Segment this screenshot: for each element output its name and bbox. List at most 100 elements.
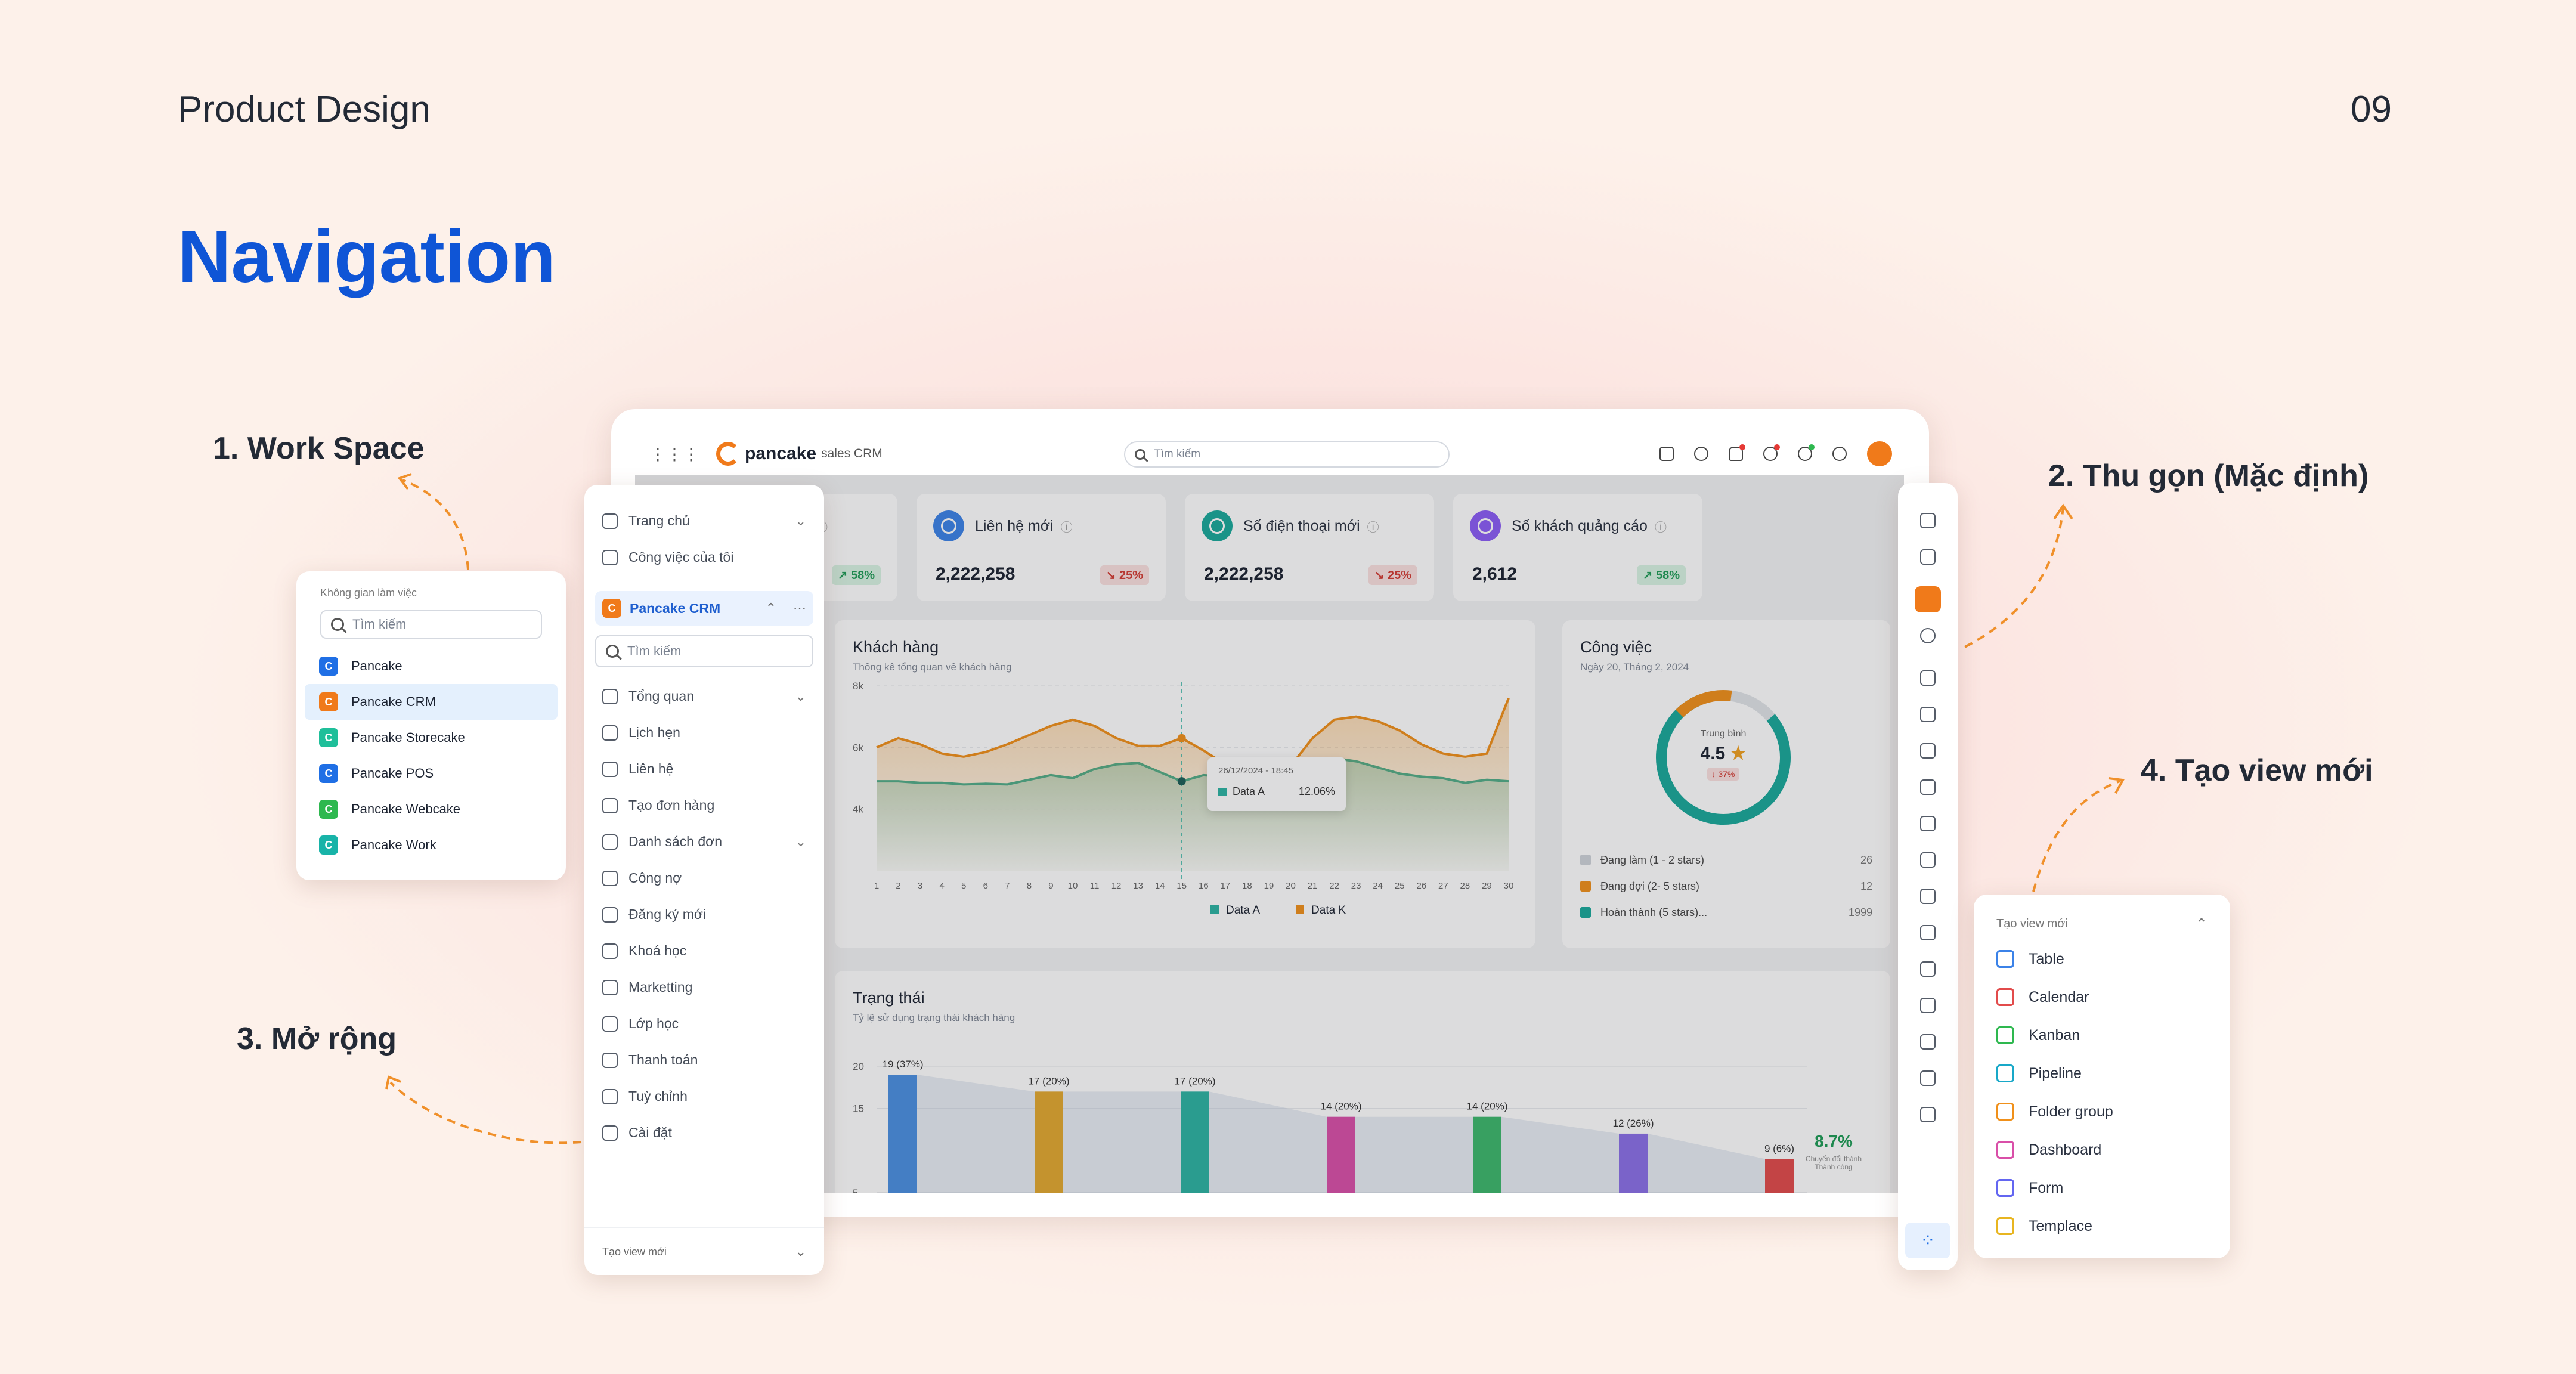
bell-icon[interactable] bbox=[1729, 444, 1745, 461]
nav-item[interactable]: Lịch hẹn bbox=[584, 714, 824, 751]
chevron-down-icon: ⌄ bbox=[795, 688, 806, 704]
nav-item[interactable]: Thanh toán bbox=[584, 1042, 824, 1078]
rail-item[interactable] bbox=[1898, 769, 1958, 805]
create-view-item[interactable]: Dashboard bbox=[1974, 1131, 2230, 1169]
nav-label: Cài đặt bbox=[628, 1125, 672, 1140]
bar[interactable] bbox=[1473, 1116, 1501, 1193]
nav-item[interactable]: Danh sách đơn ⌄ bbox=[584, 824, 824, 860]
bar[interactable] bbox=[888, 1075, 917, 1193]
kpi-card[interactable]: Số khách quảng cáo ⓘ 2,612 ↗ 58% bbox=[1453, 494, 1702, 601]
trend-down-icon: ↘ bbox=[1106, 569, 1119, 582]
rail-item[interactable] bbox=[1898, 805, 1958, 841]
create-view-item[interactable]: Calendar bbox=[1974, 978, 2230, 1016]
workspace-item[interactable]: C Pancake POS bbox=[305, 756, 558, 791]
settings-sliders-icon bbox=[1920, 1070, 1936, 1086]
nav-item[interactable]: Marketting bbox=[584, 969, 824, 1005]
customers-line-chart: 8k6k4k1 2 3 4 5 6 7 8 9 10 11 12 13 14 15 16 17 18 19 20 21 2… bbox=[853, 680, 1513, 891]
tasks-row-label: Đang làm (1 - 2 stars) bbox=[1600, 853, 1705, 866]
contacts-icon[interactable] bbox=[1659, 447, 1674, 461]
bar[interactable] bbox=[1765, 1159, 1794, 1193]
kpi-badge-value: 25% bbox=[1119, 569, 1143, 582]
nav-label: Liên hệ bbox=[628, 761, 674, 776]
create-view-item[interactable]: Folder group bbox=[1974, 1093, 2230, 1131]
nav-item-home[interactable]: Trang chủ ⌄ bbox=[584, 503, 824, 539]
nav-item[interactable]: Khoá học bbox=[584, 933, 824, 969]
user-check-icon[interactable] bbox=[1798, 444, 1815, 461]
kpi-card[interactable]: Liên hệ mới ⓘ 2,222,258 ↘ 25% bbox=[917, 494, 1166, 601]
bar-label: 17 (20%) bbox=[1175, 1075, 1216, 1087]
rail-item[interactable] bbox=[1898, 1060, 1958, 1096]
rail-item[interactable] bbox=[1898, 1023, 1958, 1060]
nav-item[interactable]: Cài đặt bbox=[584, 1115, 824, 1151]
apps-grid-icon[interactable]: ⋮⋮⋮ bbox=[649, 444, 699, 464]
workspace-search-input[interactable]: Tìm kiếm bbox=[320, 610, 542, 639]
nav-workspace-selector[interactable]: C Pancake CRM ⌃ ⋯ bbox=[595, 591, 813, 626]
phone-icon[interactable] bbox=[1763, 444, 1780, 461]
nav-item[interactable]: Tuỳ chỉnh bbox=[584, 1078, 824, 1115]
x-tick-label: 8 bbox=[1027, 881, 1032, 891]
rail-item[interactable] bbox=[1898, 660, 1958, 696]
nav-item[interactable]: Tổng quan ⌄ bbox=[584, 678, 824, 714]
rail-item[interactable] bbox=[1898, 914, 1958, 951]
more-icon[interactable]: ⋯ bbox=[793, 601, 806, 616]
create-view-header[interactable]: Tạo view mới ⌃ bbox=[1974, 908, 2230, 940]
kpi-trend-badge: ↗ 58% bbox=[831, 565, 881, 585]
chart-tooltip: 26/12/2024 - 18:45 Data A 12.06% bbox=[1208, 757, 1346, 811]
calendar-icon bbox=[1920, 706, 1936, 722]
rail-item[interactable] bbox=[1898, 987, 1958, 1023]
chevron-up-icon[interactable]: ⌃ bbox=[766, 601, 776, 616]
create-view-item[interactable]: Kanban bbox=[1974, 1016, 2230, 1054]
nav-item-my-tasks[interactable]: Công việc của tôi bbox=[584, 539, 824, 575]
rail-item[interactable] bbox=[1898, 951, 1958, 987]
workspace-item[interactable]: C Pancake CRM bbox=[305, 684, 558, 720]
nav-create-view[interactable]: Tạo view mới ⌄ bbox=[584, 1227, 824, 1275]
x-tick-label: 6 bbox=[983, 881, 988, 891]
create-view-item[interactable]: Templace bbox=[1974, 1207, 2230, 1245]
tasks-legend-row: Đang đợi (2- 5 stars) 12 bbox=[1580, 873, 1872, 899]
avatar[interactable] bbox=[1867, 441, 1892, 466]
customers-subtitle: Thống kê tổng quan về khách hàng bbox=[853, 661, 1012, 673]
nav-item-icon bbox=[602, 1088, 618, 1104]
rail-item[interactable] bbox=[1898, 539, 1958, 575]
rail-item[interactable] bbox=[1898, 696, 1958, 732]
rail-item[interactable] bbox=[1898, 502, 1958, 539]
workspace-item[interactable]: C Pancake Work bbox=[305, 827, 558, 863]
contacts-icon bbox=[1920, 742, 1936, 759]
workspace-item-label: Pancake bbox=[351, 658, 402, 673]
bar[interactable] bbox=[1327, 1116, 1355, 1193]
workspace-item[interactable]: C Pancake bbox=[305, 648, 558, 684]
nav-search-input[interactable]: Tìm kiếm bbox=[595, 635, 813, 667]
workspace-list: C Pancake C Pancake CRM C Pancake Storecake C P… bbox=[305, 648, 558, 863]
app-search-input[interactable]: Tìm kiếm bbox=[1124, 441, 1450, 468]
workspace-item[interactable]: C Pancake Webcake bbox=[305, 791, 558, 827]
create-view-grid-icon[interactable]: ⁘ bbox=[1905, 1223, 1950, 1258]
workspace-item[interactable]: C Pancake Storecake bbox=[305, 720, 558, 756]
brand-name: pancake bbox=[745, 444, 817, 463]
nav-item[interactable]: Công nợ bbox=[584, 860, 824, 896]
rail-item[interactable] bbox=[1898, 581, 1958, 617]
nav-item[interactable]: Đăng ký mới bbox=[584, 896, 824, 933]
bar[interactable] bbox=[1619, 1133, 1648, 1193]
rail-item[interactable] bbox=[1898, 617, 1958, 654]
rail-item[interactable] bbox=[1898, 732, 1958, 769]
history-icon[interactable] bbox=[1694, 447, 1708, 461]
help-icon[interactable] bbox=[1832, 447, 1847, 461]
create-view-item[interactable]: Table bbox=[1974, 940, 2230, 978]
status-subtitle: Tỷ lệ sử dụng trạng thái khách hàng bbox=[853, 1012, 1015, 1023]
kpi-label: Số điện thoại mới bbox=[1243, 517, 1360, 534]
nav-item[interactable]: Lớp học bbox=[584, 1005, 824, 1042]
create-view-item-label: Calendar bbox=[2029, 988, 2089, 1005]
create-view-item-label: Dashboard bbox=[2029, 1141, 2102, 1158]
bar[interactable] bbox=[1181, 1091, 1209, 1193]
rail-item[interactable] bbox=[1898, 841, 1958, 878]
templace-view-icon bbox=[1996, 1217, 2014, 1235]
create-view-item[interactable]: Pipeline bbox=[1974, 1054, 2230, 1093]
create-view-item[interactable]: Form bbox=[1974, 1169, 2230, 1207]
search-placeholder: Tìm kiếm bbox=[1154, 448, 1201, 460]
rail-item[interactable] bbox=[1898, 1096, 1958, 1132]
rail-item[interactable] bbox=[1898, 878, 1958, 914]
bar[interactable] bbox=[1035, 1091, 1063, 1193]
kpi-card[interactable]: Số điện thoại mới ⓘ 2,222,258 ↘ 25% bbox=[1185, 494, 1434, 601]
nav-item[interactable]: Tạo đơn hàng bbox=[584, 787, 824, 824]
nav-item[interactable]: Liên hệ bbox=[584, 751, 824, 787]
